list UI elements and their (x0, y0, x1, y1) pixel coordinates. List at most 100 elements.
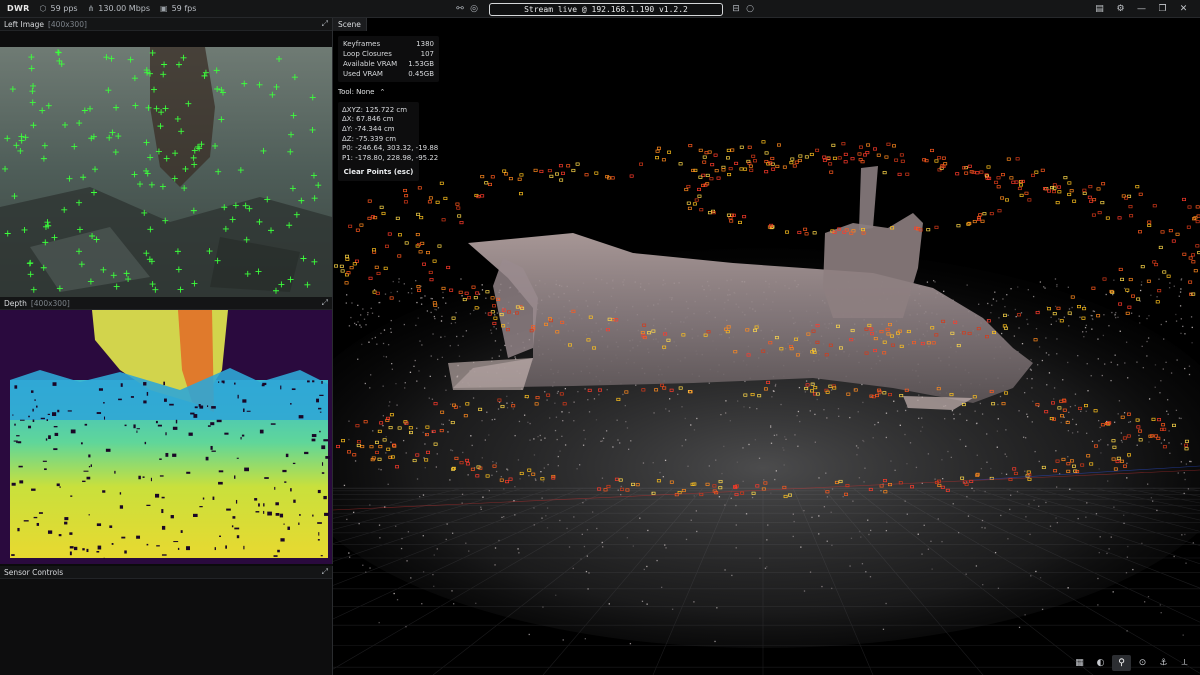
axes-icon[interactable]: ⟂ (1175, 655, 1194, 671)
cloud-point (480, 506, 482, 508)
cloud-point (500, 475, 502, 478)
depth-hole (287, 526, 290, 530)
cloud-point (557, 455, 559, 458)
close-icon[interactable]: ✕ (1173, 4, 1194, 14)
gear-icon[interactable]: ⚙ (1110, 4, 1131, 14)
scene-viewport[interactable]: Scene Keyframes 1380 Loop Closures 107 A… (333, 18, 1200, 675)
cloud-point (601, 477, 604, 479)
cloud-point (378, 621, 380, 624)
cloud-point (921, 553, 923, 555)
cloud-point (668, 398, 671, 400)
cloud-point (831, 544, 833, 546)
cloud-point (630, 440, 632, 442)
palette-icon[interactable]: ◐ (1091, 655, 1110, 671)
cloud-point (481, 289, 484, 291)
cloud-point (436, 453, 438, 455)
depth-hole (80, 442, 83, 445)
measurement-panel: ΔXYZ: 125.722 cm ΔX: 67.846 cm ΔY: -74.3… (338, 102, 438, 181)
depth-hole (173, 541, 179, 543)
cloud-point (403, 323, 406, 326)
expand-icon[interactable]: ⤢ (322, 19, 328, 29)
depth-hole (258, 503, 260, 507)
cloud-point (1038, 505, 1040, 507)
depth-hole (312, 514, 314, 517)
cloud-point (430, 311, 432, 314)
circle-icon[interactable]: ○ (743, 4, 757, 14)
cloud-point (1143, 601, 1146, 603)
depth-hole (58, 534, 62, 537)
cloud-point (398, 278, 400, 280)
cloud-point (1014, 308, 1016, 311)
depth-hole (188, 432, 193, 436)
depth-hole (242, 399, 247, 403)
cloud-point (773, 390, 775, 393)
measure-icon[interactable]: ⚲ (1112, 655, 1131, 671)
chevron-up-icon: ⌃ (379, 88, 386, 96)
cloud-point (751, 496, 754, 499)
point-cloud-view[interactable] (333, 18, 1200, 675)
cloud-point (616, 419, 618, 421)
minimize-icon[interactable]: — (1131, 4, 1152, 14)
cloud-point (646, 603, 648, 605)
tab-scene[interactable]: Scene (333, 18, 367, 31)
cloud-point (690, 424, 692, 426)
cloud-point (1166, 399, 1169, 401)
cloud-point (422, 535, 424, 537)
cloud-point (497, 408, 500, 410)
cloud-point (858, 530, 861, 533)
cloud-point (1093, 310, 1096, 313)
cloud-point (1044, 287, 1046, 289)
cloud-point (426, 310, 429, 312)
cloud-point (804, 391, 807, 393)
cloud-point (981, 519, 984, 522)
cloud-point (1035, 328, 1038, 330)
cloud-point (617, 489, 619, 491)
cloud-point (539, 434, 541, 437)
cloud-point (389, 401, 391, 403)
cloud-point (858, 477, 861, 479)
record-icon[interactable]: ⊟ (729, 4, 743, 14)
depth-hole (311, 434, 317, 438)
cloud-point (818, 477, 820, 479)
crosshair-icon[interactable]: ⊙ (1133, 655, 1152, 671)
depth-hole (206, 405, 209, 408)
cloud-point (431, 398, 434, 400)
cloud-point (693, 495, 695, 497)
depth-hole (144, 441, 147, 445)
depth-hole (316, 398, 320, 403)
cloud-point (1188, 373, 1191, 376)
stream-status-field[interactable]: Stream live @ 192.168.1.190 v1.2.2 (489, 2, 723, 16)
cloud-point (573, 516, 575, 518)
cloud-point (1045, 337, 1047, 339)
cloud-point (1123, 514, 1125, 516)
cloud-point (714, 640, 716, 643)
cloud-point (1084, 326, 1087, 329)
cloud-point (921, 426, 924, 428)
cloud-point (718, 496, 721, 498)
cloud-point (556, 392, 559, 394)
anchor-icon[interactable]: ⚓ (1154, 655, 1173, 671)
restore-icon[interactable]: ❐ (1152, 4, 1173, 14)
clear-points-button[interactable]: Clear Points (esc) (342, 167, 415, 178)
cloud-point (1025, 516, 1027, 518)
cloud-point (1056, 285, 1058, 288)
cloud-point (767, 524, 769, 526)
cloud-point (965, 445, 967, 447)
expand-icon[interactable]: ⤢ (322, 567, 328, 577)
link-icon[interactable]: ⚯ (453, 4, 467, 14)
cloud-point (398, 300, 401, 302)
depth-hole (83, 470, 89, 472)
cloud-point (596, 527, 598, 530)
document-icon[interactable]: ▤ (1089, 4, 1110, 14)
target-icon[interactable]: ◎ (467, 4, 481, 14)
grid-icon[interactable]: ▦ (1070, 655, 1089, 671)
tool-dropdown[interactable]: Tool: None ⌃ (338, 88, 385, 96)
expand-icon[interactable]: ⤢ (322, 298, 328, 308)
cloud-point (826, 540, 828, 542)
depth-hole (224, 432, 229, 435)
depth-hole (59, 486, 61, 488)
measure-dxyz: ΔXYZ: 125.722 cm (342, 105, 408, 114)
depth-hole (90, 464, 92, 467)
cloud-point (606, 388, 608, 391)
cloud-point (798, 386, 801, 389)
